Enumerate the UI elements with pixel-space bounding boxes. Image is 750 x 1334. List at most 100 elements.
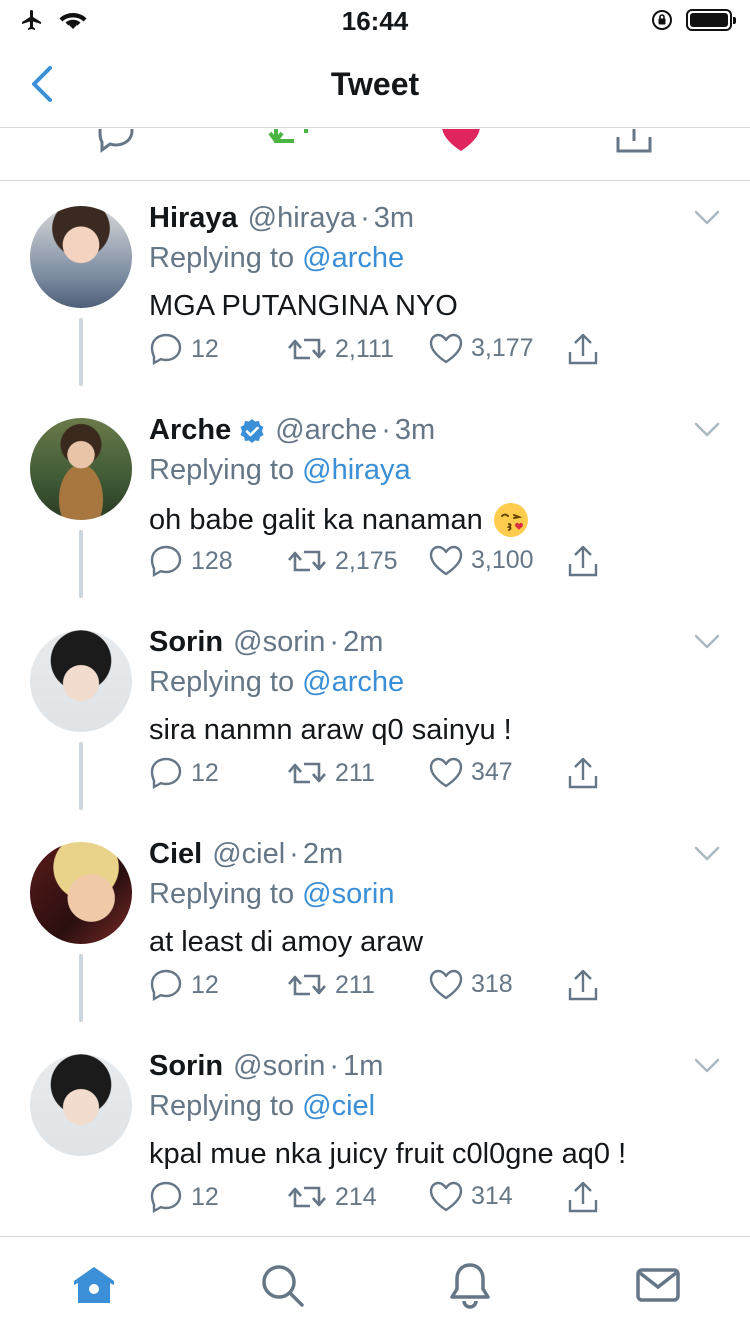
like-filled-icon[interactable] — [440, 129, 482, 153]
mention-link[interactable]: @arche — [302, 242, 404, 274]
like-count: 347 — [471, 757, 513, 786]
timestamp: 2m — [302, 838, 344, 870]
separator-dot: · — [360, 202, 370, 234]
user-handle[interactable]: @sorin — [233, 626, 325, 659]
reply-tweet[interactable]: Hiraya @hiraya · 3m Replying to @arche M… — [0, 182, 750, 394]
tweet-header: Hiraya @hiraya · 3m — [149, 202, 414, 235]
display-name[interactable]: Hiraya — [149, 202, 238, 235]
kissing-face-emoji-icon — [493, 503, 528, 537]
reply-icon — [150, 1181, 182, 1214]
like-action[interactable]: 314 — [429, 1180, 513, 1212]
share-icon — [568, 545, 598, 577]
display-name[interactable]: Sorin — [149, 1050, 223, 1083]
like-count: 318 — [471, 969, 513, 998]
nav-bar: Tweet — [0, 40, 750, 128]
retweet-count: 2,111 — [335, 334, 394, 363]
avatar[interactable] — [30, 418, 132, 520]
reply-tweet[interactable]: Ciel @ciel · 2m Replying to @sorin at le… — [0, 818, 750, 1030]
verified-badge-icon — [240, 418, 264, 443]
notifications-icon[interactable] — [446, 1261, 494, 1309]
retweet-action[interactable]: 211 — [287, 968, 375, 1002]
retweet-action[interactable]: 211 — [287, 756, 375, 790]
reply-action[interactable]: 12 — [149, 756, 219, 790]
display-name[interactable]: Arche — [149, 414, 231, 447]
mention-link[interactable]: @ciel — [302, 1090, 375, 1122]
share-action[interactable] — [567, 968, 599, 1002]
share-action[interactable] — [567, 1180, 599, 1214]
tweet-header: Sorin @sorin · 1m — [149, 1050, 383, 1083]
reply-count: 12 — [191, 334, 219, 363]
share-icon[interactable] — [614, 129, 654, 153]
timestamp: 3m — [394, 414, 436, 446]
page-title: Tweet — [330, 66, 420, 102]
separator-dot: · — [329, 626, 340, 658]
retweet-action[interactable]: 2,175 — [287, 544, 398, 578]
tweet-text: at least di amoy araw — [149, 926, 423, 959]
share-icon — [568, 1181, 598, 1213]
retweet-action[interactable]: 214 — [287, 1180, 377, 1214]
tweet-actions: 12 211 347 — [149, 756, 609, 796]
tab-bar — [0, 1236, 750, 1334]
tweet-actions: 12 214 314 — [149, 1180, 609, 1220]
tweet-body: at least di amoy araw — [149, 926, 424, 958]
search-icon[interactable] — [258, 1261, 306, 1309]
retweet-icon[interactable] — [268, 129, 314, 153]
chevron-down-icon[interactable] — [694, 1058, 720, 1074]
display-name[interactable]: Ciel — [149, 838, 202, 871]
like-action[interactable]: 347 — [429, 756, 513, 788]
share-action[interactable] — [567, 756, 599, 790]
replying-to-label: Replying to — [149, 666, 295, 698]
user-handle[interactable]: @sorin — [233, 1050, 325, 1083]
retweet-action[interactable]: 2,111 — [287, 332, 394, 366]
chevron-down-icon[interactable] — [694, 634, 720, 650]
reply-action[interactable]: 128 — [149, 544, 233, 578]
reply-tweet[interactable]: Sorin @sorin · 1m Replying to @ciel kpal… — [0, 1030, 750, 1242]
user-handle[interactable]: @ciel — [212, 838, 285, 871]
share-icon — [568, 757, 598, 789]
share-action[interactable] — [567, 544, 599, 578]
retweet-icon — [288, 1186, 326, 1208]
mention-link[interactable]: @sorin — [302, 878, 394, 910]
reply-action[interactable]: 12 — [149, 968, 219, 1002]
tweet-text: oh babe galit ka nanaman — [149, 502, 529, 538]
reply-count: 12 — [191, 758, 219, 787]
heart-icon — [429, 333, 463, 364]
avatar[interactable] — [30, 1054, 132, 1156]
reply-action[interactable]: 12 — [149, 332, 219, 366]
chevron-down-icon[interactable] — [694, 846, 720, 862]
orientation-lock-icon — [652, 10, 672, 30]
chevron-down-icon[interactable] — [694, 210, 720, 226]
chevron-down-icon[interactable] — [694, 422, 720, 438]
reply-count: 128 — [191, 546, 233, 575]
tweet-header: Arche @arche · 3m — [149, 414, 435, 447]
reply-tweet[interactable]: Arche @arche · 3m Replying to @hiraya oh… — [0, 394, 750, 606]
timestamp: 1m — [343, 1050, 384, 1082]
thread-line — [79, 318, 83, 386]
avatar[interactable] — [30, 630, 132, 732]
like-action[interactable]: 3,100 — [429, 544, 534, 576]
tweet-body: sira nanmn araw q0 sainyu ! — [149, 714, 512, 746]
status-time: 16:44 — [341, 6, 409, 36]
messages-icon[interactable] — [634, 1261, 682, 1309]
user-handle[interactable]: @hiraya — [248, 202, 356, 235]
retweet-count: 214 — [335, 1182, 377, 1211]
reply-action[interactable]: 12 — [149, 1180, 219, 1214]
like-action[interactable]: 3,177 — [429, 332, 534, 364]
reply-icon[interactable] — [96, 129, 136, 153]
avatar[interactable] — [30, 206, 132, 308]
mention-link[interactable]: @hiraya — [302, 454, 410, 486]
home-icon[interactable] — [70, 1261, 118, 1309]
tweet-text: sira nanmn araw q0 sainyu ! — [149, 714, 512, 747]
heart-icon — [429, 969, 463, 1000]
retweet-count: 211 — [335, 970, 375, 999]
mention-link[interactable]: @arche — [302, 666, 404, 698]
like-action[interactable]: 318 — [429, 968, 513, 1000]
replying-to-label: Replying to — [149, 454, 295, 486]
share-action[interactable] — [567, 332, 599, 366]
display-name[interactable]: Sorin — [149, 626, 223, 659]
avatar[interactable] — [30, 842, 132, 944]
like-count: 314 — [471, 1181, 513, 1210]
retweet-icon — [288, 338, 326, 360]
user-handle[interactable]: @arche — [275, 414, 377, 447]
reply-tweet[interactable]: Sorin @sorin · 2m Replying to @arche sir… — [0, 606, 750, 818]
